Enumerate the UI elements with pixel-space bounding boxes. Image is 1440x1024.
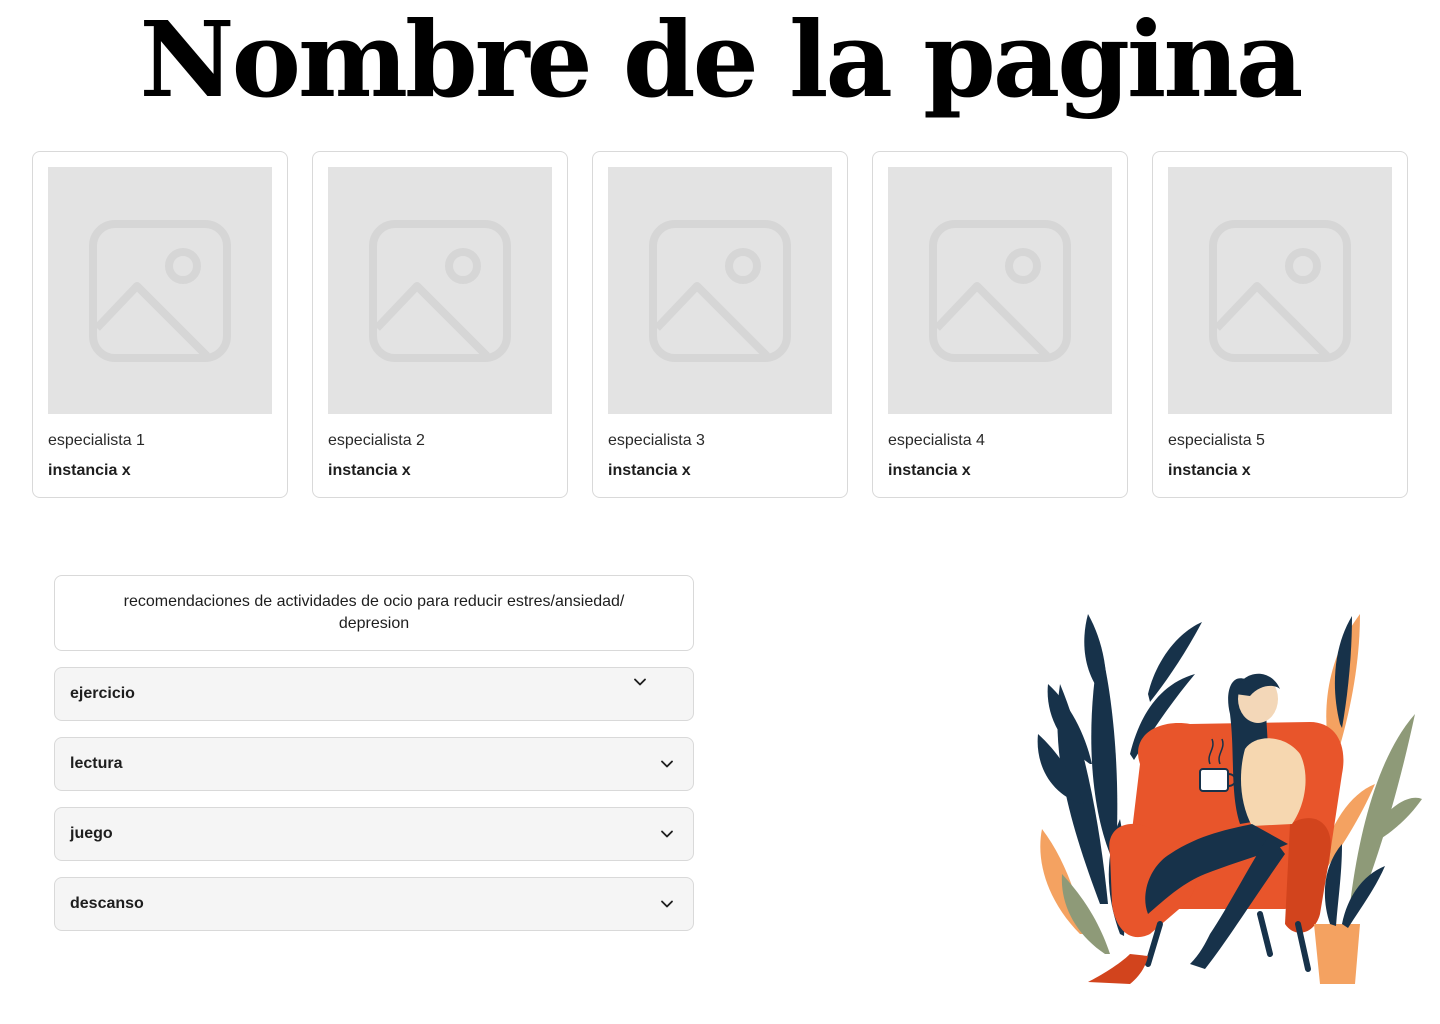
relaxing-woman-illustration [1037, 614, 1422, 984]
accordion-lectura[interactable]: lectura [54, 737, 694, 791]
chevron-down-icon[interactable] [659, 896, 675, 912]
image-placeholder [608, 167, 832, 414]
specialist-card[interactable]: especialista 1 instancia x [32, 151, 288, 498]
image-placeholder [328, 167, 552, 414]
image-icon [1209, 219, 1351, 362]
specialist-instance: instancia x [608, 462, 691, 479]
page-title: Nombre de la pagina [139, 0, 1304, 121]
image-icon [369, 219, 511, 362]
specialist-name: especialista 3 [608, 432, 705, 449]
image-icon [929, 219, 1071, 362]
specialist-card[interactable]: especialista 5 instancia x [1152, 151, 1408, 498]
specialist-instance: instancia x [328, 462, 411, 479]
specialist-instance: instancia x [1168, 462, 1251, 479]
specialist-name: especialista 5 [1168, 432, 1265, 449]
specialist-name: especialista 1 [48, 432, 145, 449]
accordion-label: ejercicio [70, 685, 135, 702]
specialist-instance: instancia x [48, 462, 131, 479]
accordion-juego[interactable]: juego [54, 807, 694, 861]
chevron-down-icon[interactable] [659, 756, 675, 772]
image-placeholder [48, 167, 272, 414]
specialist-instance: instancia x [888, 462, 971, 479]
image-icon [649, 219, 791, 362]
specialist-name: especialista 2 [328, 432, 425, 449]
specialist-name: especialista 4 [888, 432, 985, 449]
accordion-label: lectura [70, 755, 123, 772]
accordion-label: juego [70, 825, 113, 842]
specialists-grid: especialista 1 instancia x especialista … [32, 151, 1408, 498]
image-placeholder [888, 167, 1112, 414]
image-icon [89, 219, 231, 362]
accordion-descanso[interactable]: descanso [54, 877, 694, 931]
specialist-card[interactable]: especialista 3 instancia x [592, 151, 848, 498]
accordion-label: descanso [70, 895, 144, 912]
accordion-ejercicio[interactable]: ejercicio [54, 667, 694, 721]
chevron-down-icon[interactable] [632, 674, 648, 690]
image-placeholder [1168, 167, 1392, 414]
specialist-card[interactable]: especialista 4 instancia x [872, 151, 1128, 498]
chevron-down-icon[interactable] [659, 826, 675, 842]
recommendations-heading: recomendaciones de actividades de ocio p… [54, 575, 694, 651]
specialist-card[interactable]: especialista 2 instancia x [312, 151, 568, 498]
